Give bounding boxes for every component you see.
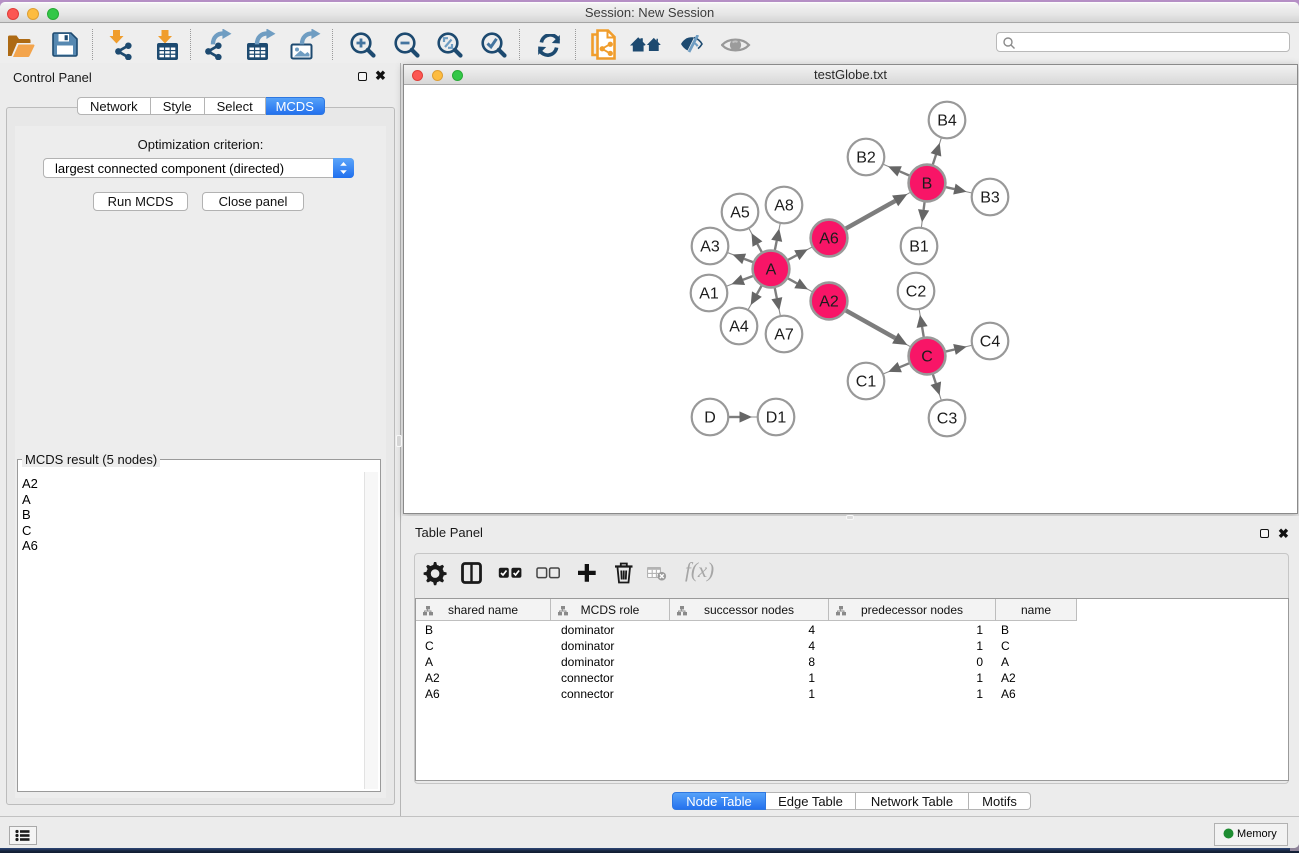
svg-text:A7: A7 (774, 327, 794, 344)
svg-text:A6: A6 (819, 231, 839, 248)
svg-text:B4: B4 (937, 113, 957, 130)
svg-text:C: C (921, 349, 933, 366)
svg-text:B2: B2 (856, 150, 876, 167)
svg-text:B3: B3 (980, 190, 1000, 207)
svg-text:C2: C2 (906, 284, 927, 301)
svg-text:C1: C1 (856, 374, 877, 391)
svg-text:B1: B1 (909, 239, 929, 256)
svg-text:D1: D1 (766, 410, 787, 427)
svg-text:A4: A4 (729, 319, 749, 336)
svg-text:A1: A1 (699, 286, 719, 303)
svg-text:A3: A3 (700, 239, 720, 256)
svg-text:A8: A8 (774, 198, 794, 215)
svg-text:B: B (922, 176, 933, 193)
svg-text:A5: A5 (730, 205, 750, 222)
svg-text:D: D (704, 410, 716, 427)
svg-text:C4: C4 (980, 334, 1001, 351)
svg-text:C3: C3 (937, 411, 958, 428)
svg-text:A2: A2 (819, 294, 839, 311)
svg-text:A: A (766, 262, 777, 279)
